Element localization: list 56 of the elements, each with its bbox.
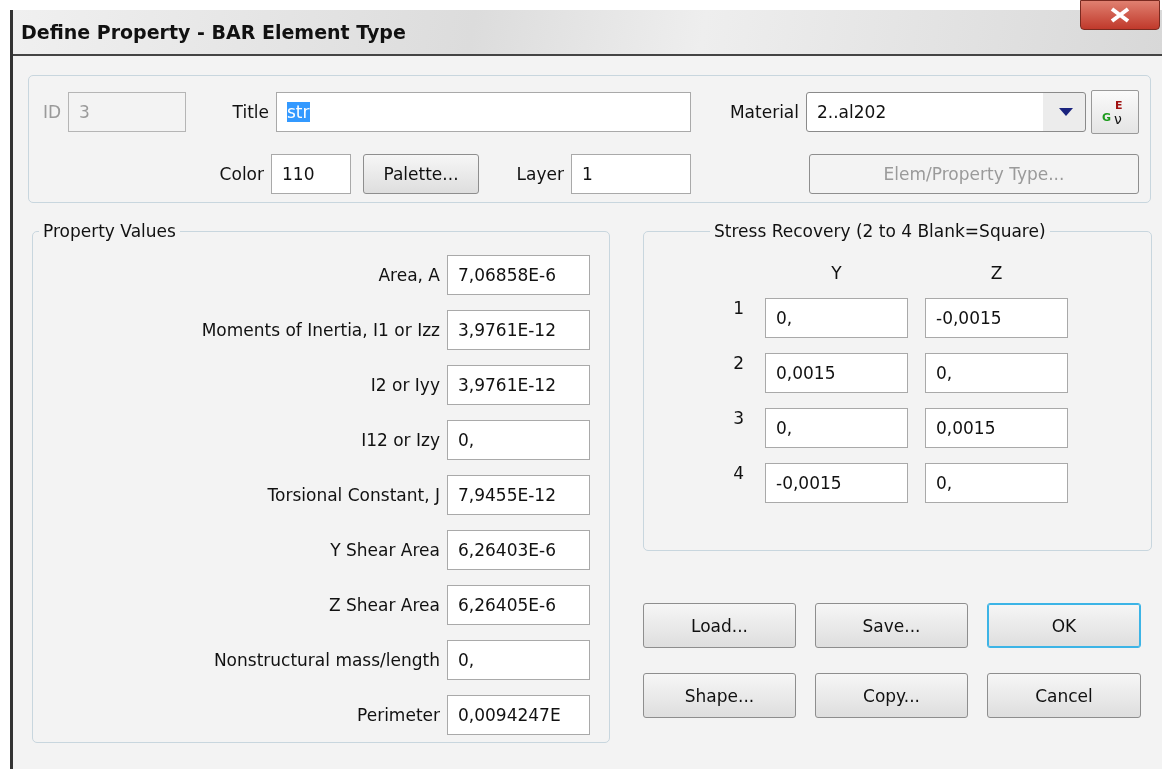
row-number: 4 xyxy=(732,463,745,483)
property-field[interactable]: 6,26405E-6 xyxy=(447,585,590,625)
dropdown-arrow-icon xyxy=(1059,108,1073,116)
column-header: Y xyxy=(830,263,843,283)
property-field[interactable]: 7,06858E-6 xyxy=(447,255,590,295)
property-field[interactable]: 3,9761E-12 xyxy=(447,365,590,405)
row-number: 2 xyxy=(732,353,745,373)
z-field[interactable]: 0, xyxy=(925,353,1068,393)
close-button[interactable] xyxy=(1080,0,1160,30)
dialog-button[interactable]: OK xyxy=(987,603,1141,648)
dialog-button[interactable]: Shape... xyxy=(643,673,796,718)
group-title: Stress Recovery (2 to 4 Blank=Square) xyxy=(713,221,1047,241)
property-label: Torsional Constant, J xyxy=(266,485,441,505)
title-label: Title xyxy=(231,102,270,122)
close-icon xyxy=(1109,7,1131,23)
property-field[interactable]: 3,9761E-12 xyxy=(447,310,590,350)
material-dropdown[interactable]: 2..al202 xyxy=(806,92,1086,132)
property-field[interactable]: 0,0094247E xyxy=(447,695,590,735)
dialog-button[interactable]: Load... xyxy=(643,603,796,648)
group-title: Property Values xyxy=(42,221,177,241)
y-field[interactable]: -0,0015 xyxy=(765,463,908,503)
z-field[interactable]: 0,0015 xyxy=(925,408,1068,448)
row-number: 1 xyxy=(732,298,745,318)
dialog-button[interactable]: Save... xyxy=(815,603,968,648)
property-field[interactable]: 7,9455E-12 xyxy=(447,475,590,515)
property-label: I12 or Izy xyxy=(360,430,441,450)
column-header: Z xyxy=(989,263,1004,283)
id-label: ID xyxy=(41,102,62,122)
property-label: Perimeter xyxy=(356,705,441,725)
material-symbol-icon: G E ν xyxy=(1100,97,1130,127)
window-title: Define Property - BAR Element Type xyxy=(21,21,406,43)
property-label: Z Shear Area xyxy=(328,595,441,615)
layer-field[interactable]: 1 xyxy=(571,154,691,194)
material-properties-button[interactable]: G E ν xyxy=(1091,90,1139,134)
palette-button[interactable]: Palette... xyxy=(363,154,479,194)
material-label: Material xyxy=(728,102,800,122)
property-label: I2 or Iyy xyxy=(369,375,441,395)
title-value: str xyxy=(287,102,310,122)
z-field[interactable]: 0, xyxy=(925,463,1068,503)
layer-label: Layer xyxy=(515,164,565,184)
row-number: 3 xyxy=(732,408,745,428)
y-field[interactable]: 0, xyxy=(765,408,908,448)
z-field[interactable]: -0,0015 xyxy=(925,298,1068,338)
property-field[interactable]: 6,26403E-6 xyxy=(447,530,590,570)
property-field[interactable]: 0, xyxy=(447,420,590,460)
dialog-button[interactable]: Cancel xyxy=(987,673,1141,718)
dialog-button[interactable]: Copy... xyxy=(815,673,968,718)
property-label: Area, A xyxy=(377,265,441,285)
property-label: Moments of Inertia, I1 or Izz xyxy=(200,320,441,340)
property-field[interactable]: 0, xyxy=(447,640,590,680)
y-field[interactable]: 0, xyxy=(765,298,908,338)
color-field[interactable]: 110 xyxy=(271,154,351,194)
y-field[interactable]: 0,0015 xyxy=(765,353,908,393)
color-label: Color xyxy=(218,164,265,184)
property-label: Y Shear Area xyxy=(329,540,441,560)
property-label: Nonstructural mass/length xyxy=(212,650,441,670)
